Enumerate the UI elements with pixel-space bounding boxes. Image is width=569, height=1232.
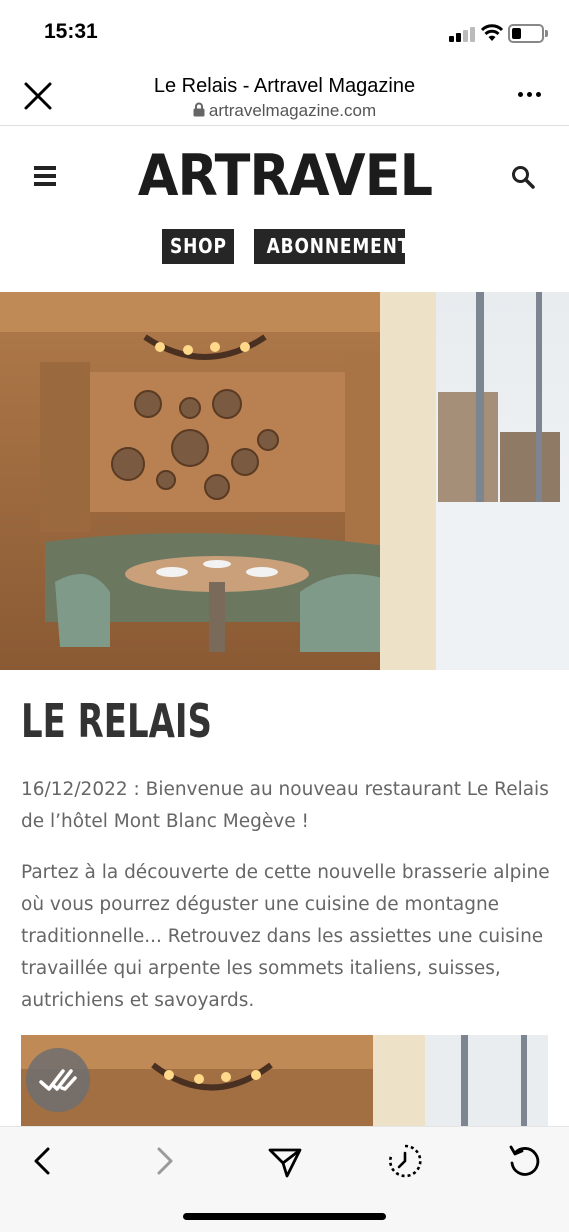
site-logo[interactable]: ARTRAVEL: [120, 146, 449, 206]
text-line: autrichiens et savoyards.: [21, 990, 255, 1011]
article-intro: 16/12/2022 : Bienvenue au nouveau restau…: [21, 774, 556, 838]
battery-icon: [508, 24, 544, 43]
double-check-icon: [39, 1069, 77, 1091]
wifi-icon: [480, 24, 504, 41]
reload-icon[interactable]: [507, 1143, 543, 1179]
more-icon[interactable]: [518, 92, 542, 100]
url-bar[interactable]: artravelmagazine.com: [0, 101, 569, 121]
text-line: traditionnelle... Retrouvez dans les ass…: [21, 926, 544, 947]
status-time: 15:31: [44, 20, 98, 43]
text-line: travaillée qui arpente les sommets itali…: [21, 958, 501, 979]
restaurant-photo: [0, 292, 569, 670]
chevron-left-icon[interactable]: [26, 1143, 62, 1179]
shop-button[interactable]: SHOP: [162, 229, 234, 264]
article-title: LE RELAIS: [21, 694, 212, 748]
text-line: 16/12/2022 : Bienvenue au nouveau restau…: [21, 779, 549, 800]
cellular-signal-icon: [449, 26, 475, 42]
text-line: Partez à la découverte de cette nouvelle…: [21, 862, 550, 883]
article-body: Partez à la découverte de cette nouvelle…: [21, 857, 556, 1017]
status-bar: 15:31: [0, 0, 569, 66]
page-title: Le Relais - Artravel Magazine: [153, 75, 416, 97]
lock-icon: [193, 102, 205, 117]
url-text: artravelmagazine.com: [208, 101, 377, 120]
hamburger-menu-icon[interactable]: [34, 166, 56, 186]
history-icon[interactable]: [387, 1143, 423, 1179]
browser-header: Le Relais - Artravel Magazine artravelma…: [0, 66, 569, 126]
send-icon[interactable]: [267, 1143, 303, 1179]
text-line: de l’hôtel Mont Blanc Megève !: [21, 811, 309, 832]
home-indicator[interactable]: [183, 1213, 386, 1220]
text-line: où vous pourrez déguster une cuisine de …: [21, 894, 500, 915]
search-icon[interactable]: [511, 165, 535, 189]
subscribe-button[interactable]: ABONNEMENT: [254, 229, 409, 264]
chevron-right-icon[interactable]: [147, 1143, 183, 1179]
restaurant-photo-2: [21, 1035, 548, 1130]
reader-mode-button[interactable]: [26, 1048, 90, 1112]
